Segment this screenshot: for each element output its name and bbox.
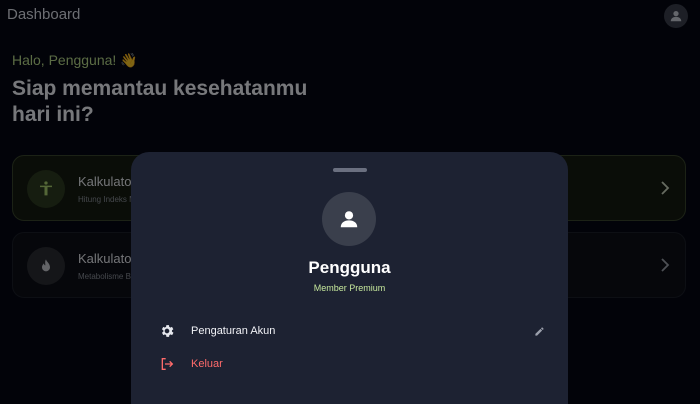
logout-item[interactable]: Keluar (147, 351, 551, 377)
menu-label: Pengaturan Akun (191, 325, 276, 337)
edit-button[interactable] (531, 323, 547, 339)
menu-label: Keluar (191, 358, 223, 370)
person-icon (340, 211, 358, 228)
pencil-icon (534, 326, 544, 336)
drag-handle[interactable] (333, 168, 367, 172)
membership-badge: Member Premium (313, 283, 386, 293)
avatar (322, 192, 376, 246)
user-name: Pengguna (308, 258, 391, 277)
gear-icon (155, 319, 179, 343)
profile-bottom-sheet: Pengguna Member Premium Pengaturan Akun … (131, 152, 568, 404)
logout-icon (155, 352, 179, 376)
account-settings-item[interactable]: Pengaturan Akun (147, 318, 551, 344)
